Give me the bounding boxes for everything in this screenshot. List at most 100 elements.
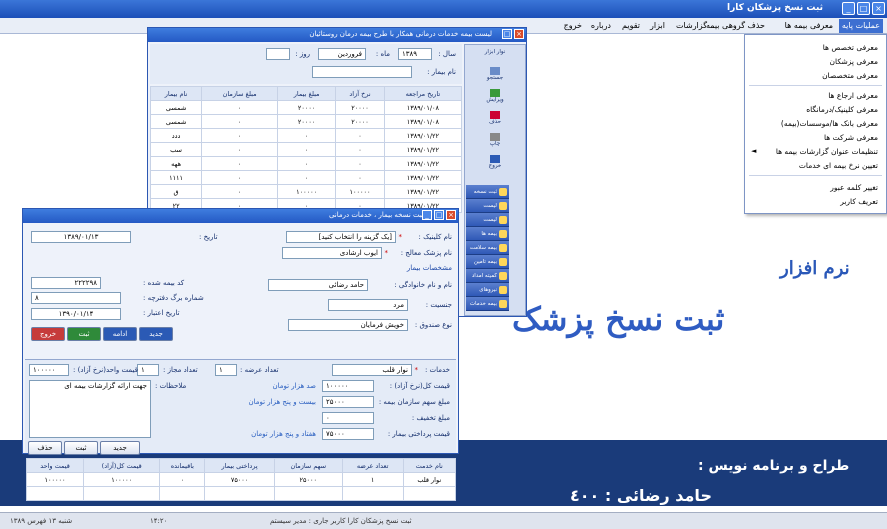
nav-row[interactable]: کمیته امداد — [466, 269, 509, 283]
notes-textarea[interactable]: جهت ارائه گزارشات بیمه ای — [29, 380, 151, 438]
maximize-icon[interactable]: □ — [857, 2, 870, 15]
dd-item[interactable]: تغییر کلمه عبور — [830, 183, 878, 192]
table-cell: ۲۰۰۰۰ — [335, 100, 385, 115]
menu-insurance[interactable]: معرفی بیمه ها — [785, 21, 833, 30]
nav-row[interactable]: بیمه تامین — [466, 255, 509, 269]
nav-row[interactable]: لیست بیماران — [466, 199, 509, 223]
table-row[interactable]: ۱۱۱۱ ۰ ۰ ۰ ۱۳۸۹/۰۱/۲۲ — [149, 170, 463, 185]
service-select[interactable]: نوار قلب — [332, 364, 412, 376]
approved-input[interactable]: ۱ — [137, 364, 159, 376]
add-row-button[interactable]: جدید — [100, 441, 140, 455]
menu-group-delete[interactable]: حذف گروهی بیمه — [706, 21, 765, 30]
col-header[interactable]: تعداد عرضه — [341, 458, 404, 473]
gender-select[interactable]: مرد — [328, 299, 408, 311]
free-price-input[interactable]: ۱۰۰۰۰۰ — [322, 380, 374, 392]
dd-item[interactable]: تنظیمات عنوان گزارشات بیمه ها — [776, 147, 878, 156]
close-icon[interactable]: × — [514, 29, 524, 39]
dd-item[interactable]: معرفی تخصص ها — [823, 43, 878, 52]
dd-item[interactable]: معرفی پزشکان — [830, 57, 878, 66]
col-header[interactable]: نام بیمار — [149, 86, 203, 101]
menu-reports[interactable]: گزارشات — [676, 21, 707, 30]
toolbar-print[interactable]: چاپ — [481, 133, 509, 149]
date-input[interactable]: ۱۳۸۹/۰۱/۱۳ — [31, 231, 131, 243]
menu-about[interactable]: درباره — [591, 21, 611, 30]
table-cell: ۱۳۸۹/۰۱/۲۲ — [383, 128, 463, 143]
continue-button[interactable]: ادامه — [103, 327, 137, 341]
booklet-input[interactable]: ۸ — [31, 292, 121, 304]
record-row-button[interactable]: ثبت — [64, 441, 98, 455]
doctor-select[interactable]: ایوب ارشادی — [282, 247, 382, 259]
col-header[interactable]: نام خدمت — [402, 458, 456, 473]
close-icon[interactable]: × — [446, 210, 456, 220]
table-row[interactable]: ههه ۰ ۰ ۰ ۱۳۸۹/۰۱/۲۲ — [149, 156, 463, 171]
count-input[interactable]: ۱ — [215, 364, 237, 376]
exit-button[interactable]: خروج — [31, 327, 65, 341]
toolbar-delete[interactable]: حذف — [481, 111, 509, 127]
discount-input[interactable]: ۰ — [322, 412, 374, 424]
org-share-input[interactable]: ۲۵۰۰۰ — [322, 396, 374, 408]
nav-row[interactable]: لیست پزشکان — [466, 213, 509, 237]
col-header[interactable]: باقیمانده — [159, 458, 206, 473]
col-header[interactable]: قیمت کل(آزاد) — [83, 458, 161, 473]
dd-item[interactable]: تعریف کاربر — [840, 197, 878, 206]
filter-panel: سال : ۱۳۸۹ ماه : فروردین روز : نام بیمار… — [150, 44, 462, 84]
menu-calendar[interactable]: تقویم — [622, 21, 640, 30]
maximize-icon[interactable]: □ — [502, 29, 512, 39]
menu-basic-ops[interactable]: عملیات پایه — [838, 19, 883, 33]
close-icon[interactable]: × — [872, 2, 885, 15]
col-header[interactable]: قیمت واحد — [25, 458, 85, 473]
nav-row[interactable]: بیمه سلامت — [466, 241, 509, 255]
separator — [749, 85, 882, 86]
menu-tools[interactable]: ابزار — [650, 21, 665, 30]
table-row[interactable] — [25, 486, 456, 501]
toolbar-item[interactable]: نوار ابزار — [481, 49, 509, 65]
table-row[interactable]: شمسی ۰ ۲۰۰۰۰ ۲۰۰۰۰ ۱۳۸۹/۰۱/۰۸ — [149, 114, 463, 129]
col-header[interactable]: نرخ آزاد — [335, 86, 385, 101]
table-row[interactable]: شمسی ۰ ۲۰۰۰۰ ۲۰۰۰۰ ۱۳۸۹/۰۱/۰۸ — [149, 100, 463, 115]
table-cell: ۱۳۸۹/۰۱/۲۲ — [383, 184, 463, 199]
fund-select[interactable]: خویش فرمایان — [288, 319, 408, 331]
col-header[interactable]: مبلغ سازمان — [201, 86, 279, 101]
table-row[interactable]: سب ۰ ۰ ۰ ۱۳۸۹/۰۱/۲۲ — [149, 142, 463, 157]
dd-item[interactable]: معرفی کلینیک/درمانگاه — [806, 105, 878, 114]
dd-item[interactable]: معرفی متخصصان — [822, 71, 878, 80]
month-select[interactable]: فروردین — [318, 48, 366, 60]
toolbar-exit[interactable]: خروج — [481, 155, 509, 171]
minimize-icon[interactable]: _ — [842, 2, 855, 15]
org-share-label: مبلغ سهم سازمان بیمه : — [378, 398, 450, 406]
insurance-code-input[interactable]: ۲۲۲۲۹۸ — [31, 277, 101, 289]
col-header[interactable]: مبلغ بیمار — [277, 86, 337, 101]
dd-item[interactable]: تعیین نرخ بیمه ای خدمات — [799, 161, 878, 170]
toolbar-search[interactable]: جستجو — [481, 67, 509, 83]
year-input[interactable]: ۱۳۸۹ — [398, 48, 432, 60]
maximize-icon[interactable]: □ — [434, 210, 444, 220]
nav-row[interactable]: ثبت نسخه جدید — [466, 185, 509, 209]
patient-pay-input[interactable]: ۷۵۰۰۰ — [322, 428, 374, 440]
table-row[interactable]: ۱۰۰۰۰۰ ۱۰۰۰۰۰ ۰ ۷۵۰۰۰ ۲۵۰۰۰ ۱ نوار قلب — [25, 472, 456, 487]
validity-input[interactable]: ۱۳۹۰/۰۱/۱۴ — [31, 308, 121, 320]
nav-row[interactable]: بیمه خدمات — [466, 297, 509, 311]
col-header[interactable]: تاریخ مراجعه — [383, 86, 463, 101]
unit-price-input[interactable]: ۱۰۰۰۰۰ — [29, 364, 69, 376]
toolbar-edit[interactable]: ویرایش — [481, 89, 509, 105]
save-button[interactable]: ثبت — [67, 327, 101, 341]
clinic-select[interactable]: [یک گزینه را انتخاب کنید] — [286, 231, 396, 243]
day-input[interactable] — [266, 48, 290, 60]
menu-exit[interactable]: خروج — [564, 21, 582, 30]
table-row[interactable]: ددد ۰ ۰ ۰ ۱۳۸۹/۰۱/۲۲ — [149, 128, 463, 143]
col-header[interactable]: سهم سازمان — [273, 458, 343, 473]
insurance-code-label: کد بیمه شده : — [143, 279, 185, 287]
dd-item[interactable]: معرفی ارجاع ها — [828, 91, 878, 100]
dd-item[interactable]: معرفی بانک ها/موسسات(بیمه) — [781, 119, 878, 128]
new-button[interactable]: جدید — [139, 327, 173, 341]
nav-row[interactable]: نیروهای مسلح — [466, 283, 509, 307]
minimize-icon[interactable]: _ — [422, 210, 432, 220]
delete-row-button[interactable]: حذف — [28, 441, 62, 455]
table-row[interactable]: ق ۰ ۱۰۰۰۰۰ ۱۰۰۰۰۰ ۱۳۸۹/۰۱/۲۲ — [149, 184, 463, 199]
col-header[interactable]: پرداختی بیمار — [204, 458, 275, 473]
name-input[interactable]: حامد رضائی — [268, 279, 368, 291]
nav-row[interactable]: بیمه ها — [466, 227, 509, 241]
folder-icon — [499, 216, 507, 224]
dd-item[interactable]: معرفی شرکت ها — [824, 133, 878, 142]
patient-name-input[interactable] — [312, 66, 412, 78]
